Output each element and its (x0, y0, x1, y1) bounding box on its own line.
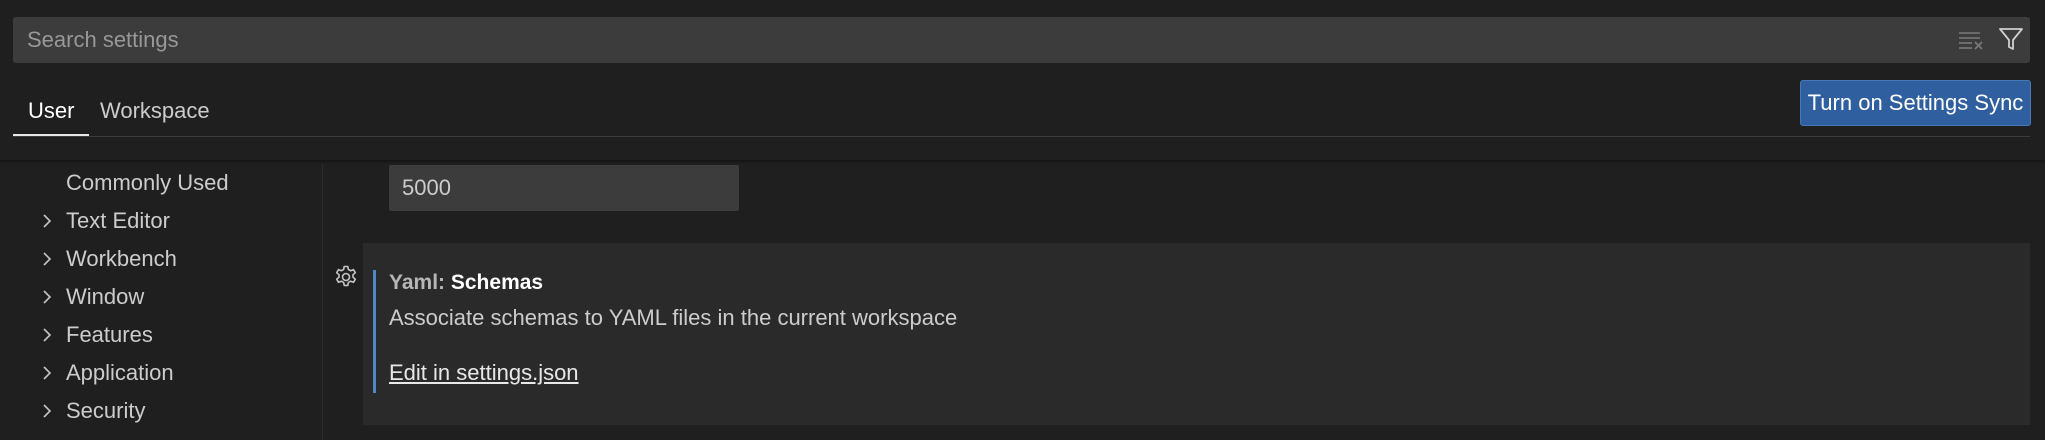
chevron-right-icon (43, 290, 52, 304)
toc-item-window[interactable]: Window (0, 278, 322, 316)
toc-item-label: Features (66, 322, 153, 347)
toc-item-features[interactable]: Features (0, 316, 322, 354)
setting-description: Associate schemas to YAML files in the c… (389, 305, 958, 330)
tab-user[interactable]: User (13, 92, 90, 136)
chevron-right-icon (43, 214, 52, 228)
setting-number-input[interactable] (389, 165, 739, 211)
toc-item-label: Commonly Used (66, 170, 229, 195)
setting-item-yaml-schemas: Yaml: Schemas Associate schemas to YAML … (363, 243, 2030, 425)
clear-filter-icon[interactable] (1958, 27, 1984, 53)
chevron-right-icon (43, 404, 52, 418)
chevron-right-icon (43, 328, 52, 342)
search-box (13, 17, 2030, 63)
toc-item-label: Text Editor (66, 208, 170, 233)
gear-icon[interactable] (333, 264, 359, 290)
sidebar-divider (322, 164, 323, 440)
search-input[interactable] (14, 18, 1934, 62)
toc-item-commonly-used[interactable]: Commonly Used (0, 164, 322, 202)
filter-icon[interactable] (1997, 25, 2025, 53)
toc-item-workbench[interactable]: Workbench (0, 240, 322, 278)
setting-key: Schemas (450, 271, 544, 294)
toc-item-security[interactable]: Security (0, 392, 322, 430)
setting-title: Yaml: Schemas (389, 268, 543, 298)
toc-item-label: Window (66, 284, 145, 309)
toc-item-text-editor[interactable]: Text Editor (0, 202, 322, 240)
toc-item-label: Application (66, 360, 174, 385)
toc-item-application[interactable]: Application (0, 354, 322, 392)
tab-workspace[interactable]: Workspace (85, 92, 225, 136)
toc-item-label: Workbench (66, 246, 177, 271)
setting-focus-indicator (373, 270, 376, 393)
edit-in-settings-json-link[interactable]: Edit in settings.json (389, 358, 579, 388)
settings-editor: User Workspace Turn on Settings Sync Com… (0, 0, 2045, 440)
chevron-right-icon (43, 252, 52, 266)
settings-toc: Commonly Used Text Editor Workbench Wind… (0, 164, 322, 440)
turn-on-settings-sync-button[interactable]: Turn on Settings Sync (1800, 80, 2031, 126)
chevron-right-icon (43, 366, 52, 380)
setting-category: Yaml: (389, 271, 451, 294)
toc-item-label: Security (66, 398, 146, 423)
tabs-divider (13, 136, 2030, 137)
